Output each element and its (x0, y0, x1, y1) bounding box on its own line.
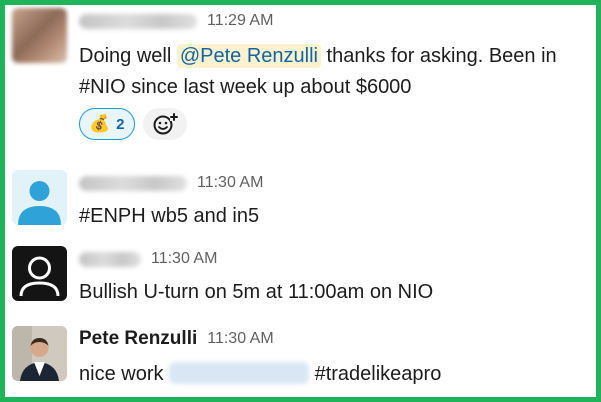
author-name-blurred[interactable] (79, 13, 197, 29)
message-list: 11:29 AM Doing well @Pete Renzulli thank… (5, 5, 596, 397)
avatar[interactable] (12, 170, 67, 225)
message-timestamp[interactable]: 11:30 AM (207, 330, 273, 348)
message-timestamp[interactable]: 11:30 AM (151, 250, 217, 268)
reaction-count: 2 (116, 115, 125, 133)
message-timestamp[interactable]: 11:30 AM (197, 174, 263, 192)
user-mention-blurred[interactable] (169, 362, 310, 384)
message-timestamp[interactable]: 11:29 AM (207, 12, 273, 30)
message-text-part: #tradelikeapro (309, 363, 442, 385)
message-item: 11:30 AM #ENPH wb5 and in5 (5, 163, 596, 233)
message-text: #ENPH wb5 and in5 (79, 205, 260, 227)
money-bag-icon: 💰 (89, 114, 111, 133)
message-text-part: Doing well (79, 45, 177, 67)
author-name-blurred[interactable] (79, 175, 187, 191)
message-text: Doing well @Pete Renzulli thanks for ask… (79, 41, 586, 103)
avatar[interactable] (12, 326, 67, 381)
avatar[interactable] (12, 8, 67, 63)
message-item: 11:30 AM Bullish U-turn on 5m at 11:00am… (5, 243, 596, 313)
author-name[interactable]: Pete Renzulli (79, 328, 197, 350)
default-user-icon (19, 256, 60, 297)
default-user-icon (18, 181, 61, 225)
user-photo (12, 326, 67, 381)
reaction-money-bag[interactable]: 💰 2 (79, 108, 135, 140)
message-text-part: nice work (79, 363, 170, 385)
author-name-blurred[interactable] (79, 251, 141, 267)
message-item: 11:29 AM Doing well @Pete Renzulli thank… (5, 5, 596, 155)
message-text: nice work #tradelikeapro (79, 359, 586, 390)
add-emoji-icon (153, 113, 178, 135)
message-text: Bullish U-turn on 5m at 11:00am on NIO (79, 281, 434, 303)
avatar[interactable] (12, 246, 67, 301)
message-item: Pete Renzulli 11:30 AM nice work #tradel… (5, 321, 596, 397)
user-mention[interactable]: @Pete Renzulli (176, 44, 321, 68)
add-reaction-button[interactable] (142, 108, 187, 140)
